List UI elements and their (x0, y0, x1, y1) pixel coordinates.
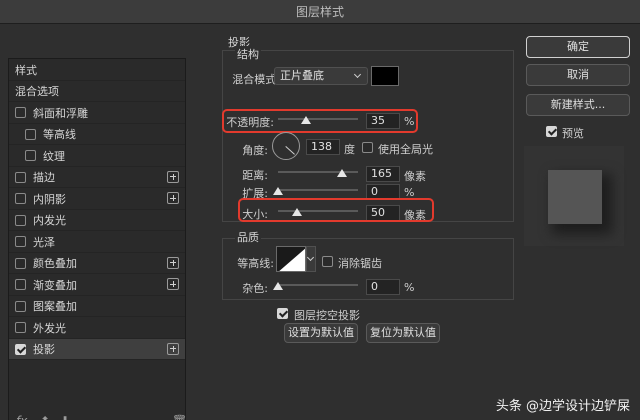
styles-list-item-label: 图案叠加 (33, 300, 77, 313)
style-checkbox[interactable] (15, 214, 26, 226)
distance-input[interactable]: 165 (366, 166, 400, 182)
layer-style-dialog: 样式混合选项斜面和浮雕等高线纹理描边内阴影内发光光泽颜色叠加渐变叠加图案叠加外发… (0, 24, 640, 420)
styles-list-item[interactable]: 内阴影 (9, 188, 185, 209)
knockout-checkbox[interactable] (277, 308, 288, 319)
style-checkbox[interactable] (15, 236, 26, 247)
anti-alias-checkbox[interactable] (322, 256, 333, 267)
spread-slider-thumb[interactable] (273, 187, 283, 195)
style-checkbox[interactable] (15, 171, 26, 183)
size-highlight (238, 198, 434, 222)
noise-slider-thumb[interactable] (273, 282, 283, 290)
styles-list-item-label: 斜面和浮雕 (33, 106, 88, 120)
contour-preview[interactable] (276, 246, 306, 272)
styles-list-item-label: 混合选项 (15, 85, 59, 98)
chevron-down-icon (306, 253, 315, 262)
set-default-button[interactable]: 设置为默认值 (284, 323, 358, 343)
noise-unit: % (404, 281, 415, 294)
window-title: 图层样式 (0, 0, 640, 24)
distance-unit: 像素 (404, 170, 426, 183)
style-checkbox[interactable] (25, 150, 36, 161)
preview-checkbox[interactable] (546, 126, 557, 137)
distance-slider-thumb[interactable] (337, 169, 347, 177)
styles-list-item[interactable]: 光泽 (9, 231, 185, 252)
style-checkbox[interactable] (15, 257, 26, 269)
styles-list-item-label: 描边 (33, 171, 55, 184)
styles-list: 样式混合选项斜面和浮雕等高线纹理描边内阴影内发光光泽颜色叠加渐变叠加图案叠加外发… (8, 58, 186, 420)
add-plus-icon[interactable] (167, 342, 179, 355)
blend-mode-select[interactable]: 正片叠底 (274, 67, 368, 85)
angle-unit: 度 (344, 143, 355, 156)
trash-icon[interactable]: 🗑 (172, 414, 187, 420)
angle-input[interactable]: 138 (306, 139, 340, 155)
styles-list-item[interactable]: 颜色叠加 (9, 253, 185, 274)
styles-list-item[interactable]: 内发光 (9, 210, 185, 231)
styles-list-item-label: 光泽 (33, 235, 55, 249)
style-preview (524, 146, 624, 246)
styles-list-item-label: 投影 (33, 343, 55, 356)
style-checkbox[interactable] (15, 279, 26, 290)
styles-list-item-label: 颜色叠加 (33, 257, 77, 270)
move-up-icon[interactable]: ⬆ (40, 414, 50, 420)
angle-needle-icon (285, 146, 295, 155)
move-down-icon[interactable]: ⬇ (60, 414, 70, 420)
global-light-checkbox[interactable] (362, 142, 373, 153)
styles-list-item[interactable]: 投影 (9, 338, 185, 360)
styles-list-item[interactable]: 纹理 (9, 145, 185, 166)
ok-button[interactable]: 确定 (526, 36, 630, 58)
styles-list-item[interactable]: 斜面和浮雕 (9, 102, 185, 123)
styles-list-item[interactable]: 样式 (9, 59, 185, 80)
cancel-button[interactable]: 取消 (526, 64, 630, 86)
noise-input[interactable]: 0 (366, 279, 400, 295)
styles-list-item-label: 渐变叠加 (33, 278, 77, 292)
quality-title: 品质 (235, 229, 261, 245)
add-plus-icon[interactable] (167, 192, 179, 204)
opacity-highlight (222, 109, 418, 133)
reset-default-button[interactable]: 复位为默认值 (366, 323, 440, 343)
styles-list-item[interactable]: 图案叠加 (9, 296, 185, 317)
add-plus-icon[interactable] (167, 256, 179, 269)
global-light-label: 使用全局光 (378, 143, 433, 156)
styles-list-item[interactable]: 渐变叠加 (9, 274, 185, 295)
contour-dropdown[interactable] (306, 246, 316, 272)
add-plus-icon[interactable] (167, 170, 179, 183)
angle-dial[interactable] (272, 132, 300, 160)
blend-mode-value: 正片叠底 (280, 69, 324, 82)
styles-toolbar: fx ⬆ ⬇ 🗑 (8, 414, 188, 420)
fx-icon[interactable]: fx (16, 414, 27, 420)
watermark-text: 头条 @边学设计边铲屎 (495, 399, 630, 414)
style-checkbox[interactable] (15, 343, 26, 355)
styles-list-item-label: 等高线 (43, 128, 76, 141)
shadow-color-swatch[interactable] (371, 66, 399, 86)
noise-slider-track[interactable] (278, 284, 358, 286)
style-checkbox[interactable] (15, 300, 26, 312)
add-plus-icon[interactable] (167, 278, 179, 290)
preview-label: 预览 (562, 127, 584, 140)
blend-mode-label: 混合模式: (232, 73, 280, 86)
styles-list-item[interactable]: 外发光 (9, 317, 185, 338)
spread-slider-track[interactable] (278, 189, 358, 191)
style-checkbox[interactable] (15, 322, 26, 333)
styles-list-item-label: 内发光 (33, 214, 66, 227)
styles-list-item[interactable]: 等高线 (9, 124, 185, 145)
style-checkbox[interactable] (15, 193, 26, 204)
divider (9, 359, 185, 360)
knockout-label: 图层挖空投影 (294, 309, 360, 322)
angle-label: 角度: (242, 144, 268, 157)
style-checkbox[interactable] (15, 107, 26, 118)
new-style-button[interactable]: 新建样式... (526, 94, 630, 116)
styles-list-item[interactable]: 描边 (9, 167, 185, 188)
styles-list-item-label: 外发光 (33, 321, 66, 335)
structure-title: 结构 (235, 46, 261, 62)
styles-list-item[interactable]: 混合选项 (9, 81, 185, 102)
noise-label: 杂色: (242, 282, 268, 295)
styles-list-item-label: 样式 (15, 63, 37, 77)
style-checkbox[interactable] (25, 128, 36, 140)
preview-square (548, 170, 602, 224)
chevron-down-icon (353, 70, 362, 79)
styles-list-item-label: 纹理 (43, 149, 65, 163)
contour-label: 等高线: (237, 257, 274, 270)
distance-label: 距离: (242, 169, 268, 182)
anti-alias-label: 消除锯齿 (338, 257, 382, 270)
styles-list-item-label: 内阴影 (33, 192, 66, 206)
